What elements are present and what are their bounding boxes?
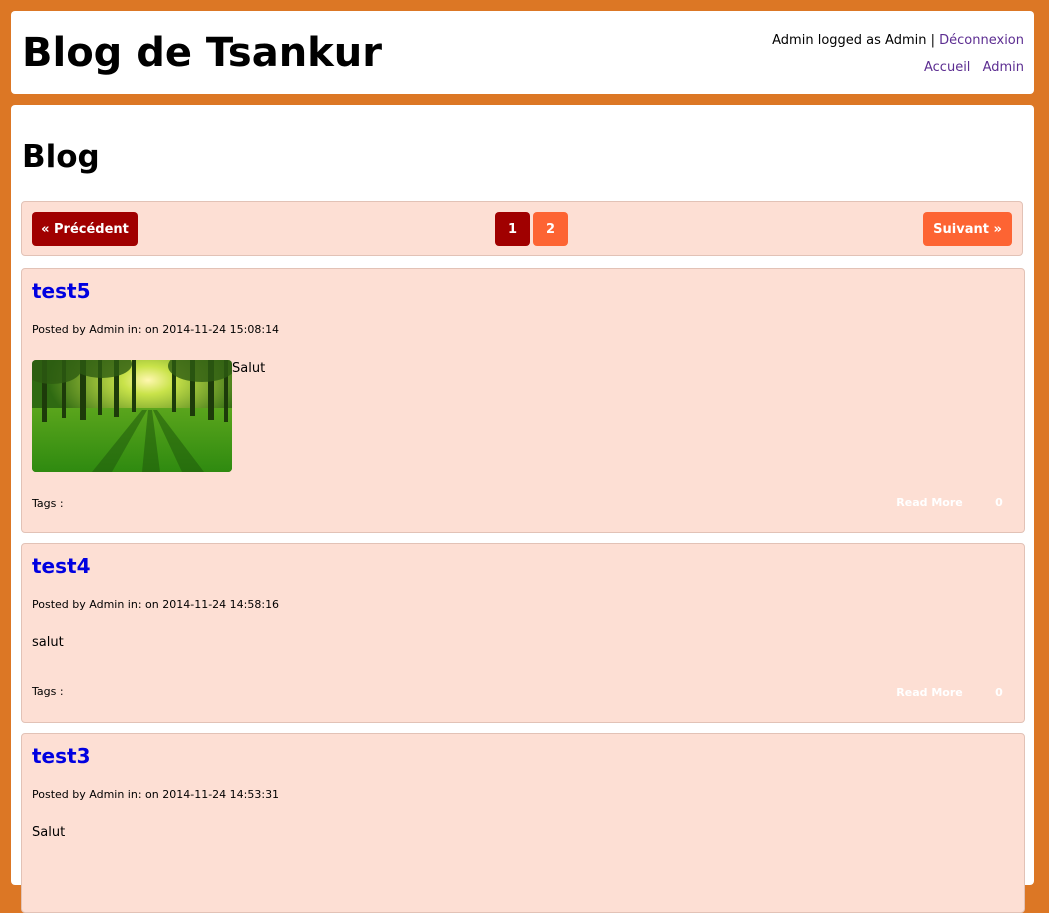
post-tags: Tags : [32,685,64,698]
logged-in-text: Admin logged as Admin [772,33,927,48]
page-2-button[interactable]: 2 [533,212,568,246]
separator: | [930,33,935,48]
post-title-link[interactable]: test5 [32,279,91,303]
post-card: test4 Posted by Admin in: on 2014-11-24 … [21,543,1025,723]
previous-page-button[interactable]: « Précédent [32,212,138,246]
post-excerpt: salut [32,635,64,650]
post-card: test5 Posted by Admin in: on 2014-11-24 … [21,268,1025,533]
post-title-link[interactable]: test3 [32,744,91,768]
post-title-link[interactable]: test4 [32,554,91,578]
site-header: Blog de Tsankur Admin logged as Admin | … [11,11,1034,94]
page-title: Blog [22,139,100,175]
post-meta: Posted by Admin in: on 2014-11-24 15:08:… [32,323,280,336]
comment-count-button[interactable]: 0 [984,672,1014,712]
main-content: Blog « Précédent 1 2 Suivant » test5 Pos… [11,105,1034,913]
next-page-button[interactable]: Suivant » [923,212,1012,246]
post-excerpt: Salut [32,825,66,840]
user-bar: Admin logged as Admin | Déconnexion [772,33,1024,49]
page-1-button[interactable]: 1 [495,212,530,246]
post-image [32,360,232,472]
site-title: Blog de Tsankur [22,30,382,76]
post-meta: Posted by Admin in: on 2014-11-24 14:58:… [32,598,280,611]
post-card: test3 Posted by Admin in: on 2014-11-24 … [21,733,1025,913]
nav-admin-link[interactable]: Admin [983,60,1024,75]
main-nav: Accueil Admin [916,60,1024,76]
read-more-button[interactable]: Read More [886,672,973,712]
logout-link[interactable]: Déconnexion [939,33,1024,48]
post-meta: Posted by Admin in: on 2014-11-24 14:53:… [32,788,280,801]
nav-home-link[interactable]: Accueil [924,60,970,75]
comment-count-button[interactable]: 0 [984,482,1014,522]
post-tags: Tags : [32,497,64,510]
pagination: « Précédent 1 2 Suivant » [21,201,1023,256]
post-excerpt: Salut [232,361,266,376]
read-more-button[interactable]: Read More [886,482,973,522]
